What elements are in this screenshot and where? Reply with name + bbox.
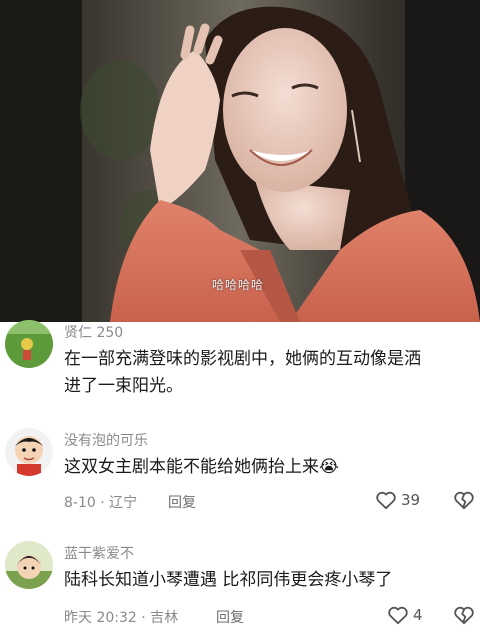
avatar[interactable]	[5, 320, 53, 368]
crying-emoji-icon: 😭	[319, 457, 339, 477]
broken-heart-icon	[454, 491, 474, 510]
broken-heart-icon	[454, 606, 474, 625]
comment-text-line: 在一部充满登味的影视剧中，她俩的互动像是洒	[64, 349, 421, 369]
comment-meta: 昨天 20:32 · 吉林	[64, 610, 179, 626]
comment-meta: 8-10 · 辽宁	[64, 495, 138, 511]
avatar[interactable]	[5, 541, 53, 589]
heart-icon	[388, 606, 408, 625]
dislike-button[interactable]	[453, 490, 475, 514]
video-still-photo: 哈哈哈哈	[0, 0, 480, 322]
comment-username[interactable]: 贤仁 250	[64, 322, 123, 342]
comment-username[interactable]: 没有泡的可乐	[64, 430, 148, 450]
heart-icon	[376, 491, 396, 510]
like-button[interactable]: 4	[387, 605, 423, 625]
comment-text: 在一部充满登味的影视剧中，她俩的互动像是洒 进了一束阳光。	[64, 346, 468, 400]
comment-text-body: 这双女主剧本能不能给她俩抬上来	[64, 457, 319, 477]
reply-button[interactable]: 回复	[216, 607, 244, 627]
reply-button[interactable]: 回复	[168, 492, 196, 512]
like-count: 4	[413, 606, 423, 624]
like-button[interactable]: 39	[375, 490, 420, 510]
woman-laughing-image	[0, 0, 480, 322]
comment-text: 这双女主剧本能不能给她俩抬上来😭	[64, 454, 468, 481]
comment-username[interactable]: 蓝干紫爱不	[64, 543, 134, 563]
avatar[interactable]	[5, 428, 53, 476]
comment-text-line: 进了一束阳光。	[64, 376, 183, 396]
like-count: 39	[401, 491, 421, 509]
dislike-button[interactable]	[453, 605, 475, 629]
comment-text: 陆科长知道小琴遭遇 比祁同伟更会疼小琴了	[64, 570, 393, 590]
video-subtitle: 哈哈哈哈	[212, 278, 265, 292]
